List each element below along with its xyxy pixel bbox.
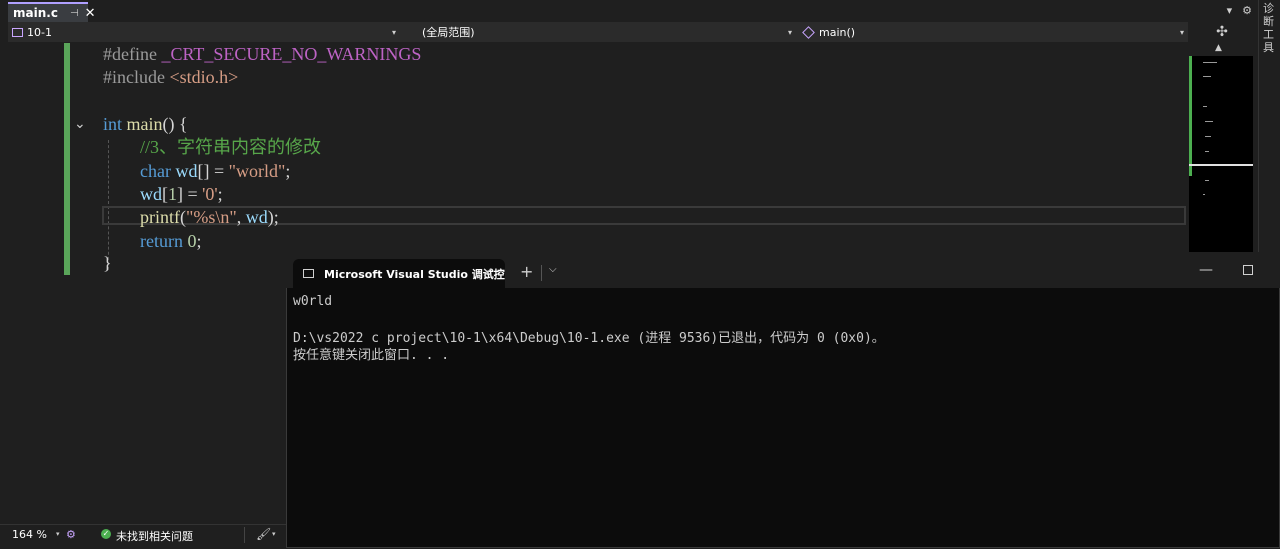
macro: _CRT_SECURE_NO_WARNINGS	[161, 44, 422, 64]
code-line-9[interactable]: return 0;	[140, 230, 202, 252]
minimap-line	[1205, 151, 1209, 152]
project-icon	[12, 27, 23, 37]
tab-label: main.c	[13, 6, 58, 20]
code-minimap[interactable]	[1189, 56, 1253, 252]
chevron-down-icon[interactable]: ⌵	[549, 264, 557, 275]
string-literal: "world"	[228, 161, 286, 181]
debug-console-window[interactable]	[286, 252, 1280, 548]
tab-list-dropdown-icon[interactable]: ▾	[1227, 4, 1233, 17]
code-cleanup-brush-icon[interactable]: 🖌	[256, 527, 271, 541]
pin-icon[interactable]: ⊣	[70, 8, 79, 19]
new-tab-button[interactable]: +	[520, 262, 533, 281]
code-line-5[interactable]: //3、字符串内容的修改	[140, 136, 321, 158]
include-header: <stdio.h>	[169, 67, 239, 87]
close-icon[interactable]: ✕	[85, 6, 96, 21]
tab-main-c[interactable]: main.c ⊣ ✕	[8, 2, 96, 22]
function-name: printf	[140, 207, 180, 227]
indent-guide	[108, 140, 109, 270]
minimap-line	[1203, 194, 1205, 195]
minimap-change-bar	[1189, 56, 1192, 176]
punctuation: ;	[285, 161, 291, 181]
punctuation: ] =	[177, 184, 203, 204]
directive: #define	[103, 44, 157, 64]
minimap-line	[1203, 62, 1217, 63]
punctuation: );	[267, 207, 279, 227]
minimap-viewport-line[interactable]	[1189, 164, 1253, 166]
member-name: main()	[819, 25, 856, 39]
code-line-1[interactable]: #define _CRT_SECURE_NO_WARNINGS	[103, 43, 421, 65]
type-keyword: char	[140, 161, 171, 181]
string-literal: "%s\n"	[186, 207, 237, 227]
code-line-10[interactable]: }	[103, 252, 112, 274]
console-output-line: w0rld	[293, 294, 333, 309]
punctuation: ;	[217, 184, 223, 204]
type-keyword: int	[103, 114, 123, 134]
scope-dropdown[interactable]: (全局范围) ▾	[408, 23, 796, 41]
check-circle-icon: ✓	[101, 529, 111, 539]
scroll-up-arrow-icon[interactable]: ▲	[1215, 43, 1222, 53]
punctuation: [] =	[197, 161, 229, 181]
chevron-down-icon: ▾	[787, 27, 792, 37]
code-line-4[interactable]: int main() {	[103, 113, 188, 135]
chevron-down-icon[interactable]: ▾	[56, 530, 60, 538]
code-line-2[interactable]: #include <stdio.h>	[103, 66, 238, 88]
directive: #include	[103, 67, 165, 87]
char-literal: '0'	[202, 184, 218, 204]
comment: //3、字符串内容的修改	[140, 137, 322, 157]
fold-chevron-icon[interactable]: ⌄	[74, 116, 86, 132]
number-literal: 1	[168, 184, 177, 204]
function-name: main	[126, 114, 163, 134]
diagnostic-tools-label[interactable]: 诊断工具	[1263, 2, 1275, 54]
chevron-down-icon: ▾	[391, 27, 396, 37]
minimap-line	[1203, 76, 1211, 77]
maximize-button[interactable]	[1243, 265, 1253, 275]
navigation-bar: 10-1 ▾ (全局范围) ▾ main() ▾	[8, 22, 1188, 43]
variable: wd	[245, 207, 268, 227]
chevron-down-icon[interactable]: ▾	[272, 530, 276, 538]
chevron-down-icon: ▾	[1179, 27, 1184, 37]
closing-brace: }	[103, 253, 112, 273]
zoom-level[interactable]: 164 %	[12, 528, 47, 541]
code-line-6[interactable]: char wd[] = "world";	[140, 160, 290, 182]
return-keyword: return	[140, 231, 183, 251]
code-line-8[interactable]: printf("%s\n", wd);	[140, 206, 279, 228]
terminal-icon	[303, 269, 314, 278]
gear-icon[interactable]: ⚙	[1242, 4, 1252, 17]
title-divider	[541, 265, 542, 281]
minimap-line	[1205, 180, 1209, 181]
minimap-line	[1205, 121, 1213, 122]
document-tab-strip	[0, 0, 1258, 22]
variable: wd	[175, 161, 198, 181]
console-tab-title: Microsoft Visual Studio 调试控	[324, 267, 505, 281]
punctuation: ,	[236, 207, 246, 227]
minimize-button[interactable]: —	[1199, 262, 1213, 278]
status-divider	[244, 527, 245, 543]
issues-status[interactable]: 未找到相关问题	[116, 528, 193, 544]
method-cube-icon	[802, 25, 815, 39]
console-tab[interactable]: Microsoft Visual Studio 调试控 ✕	[293, 259, 505, 288]
scope-name: (全局范围)	[422, 26, 475, 39]
punctuation: () {	[162, 114, 188, 134]
member-dropdown[interactable]: main() ▾	[798, 23, 1188, 41]
change-tracking-bar	[64, 43, 70, 275]
minimap-line	[1203, 106, 1207, 107]
console-output-line: 按任意键关闭此窗口. . .	[293, 348, 450, 363]
split-editor-icon[interactable]: ✣	[1192, 22, 1252, 42]
project-name: 10-1	[27, 25, 52, 39]
tab-strip-controls: ▾ ⚙	[1227, 4, 1252, 17]
punctuation: ;	[196, 231, 202, 251]
code-line-7[interactable]: wd[1] = '0';	[140, 183, 223, 205]
project-dropdown[interactable]: 10-1 ▾	[8, 23, 400, 41]
variable: wd	[140, 184, 162, 204]
minimap-line	[1205, 136, 1211, 137]
close-icon[interactable]: ✕	[482, 266, 493, 281]
copilot-icon[interactable]: ⚙	[66, 528, 76, 541]
